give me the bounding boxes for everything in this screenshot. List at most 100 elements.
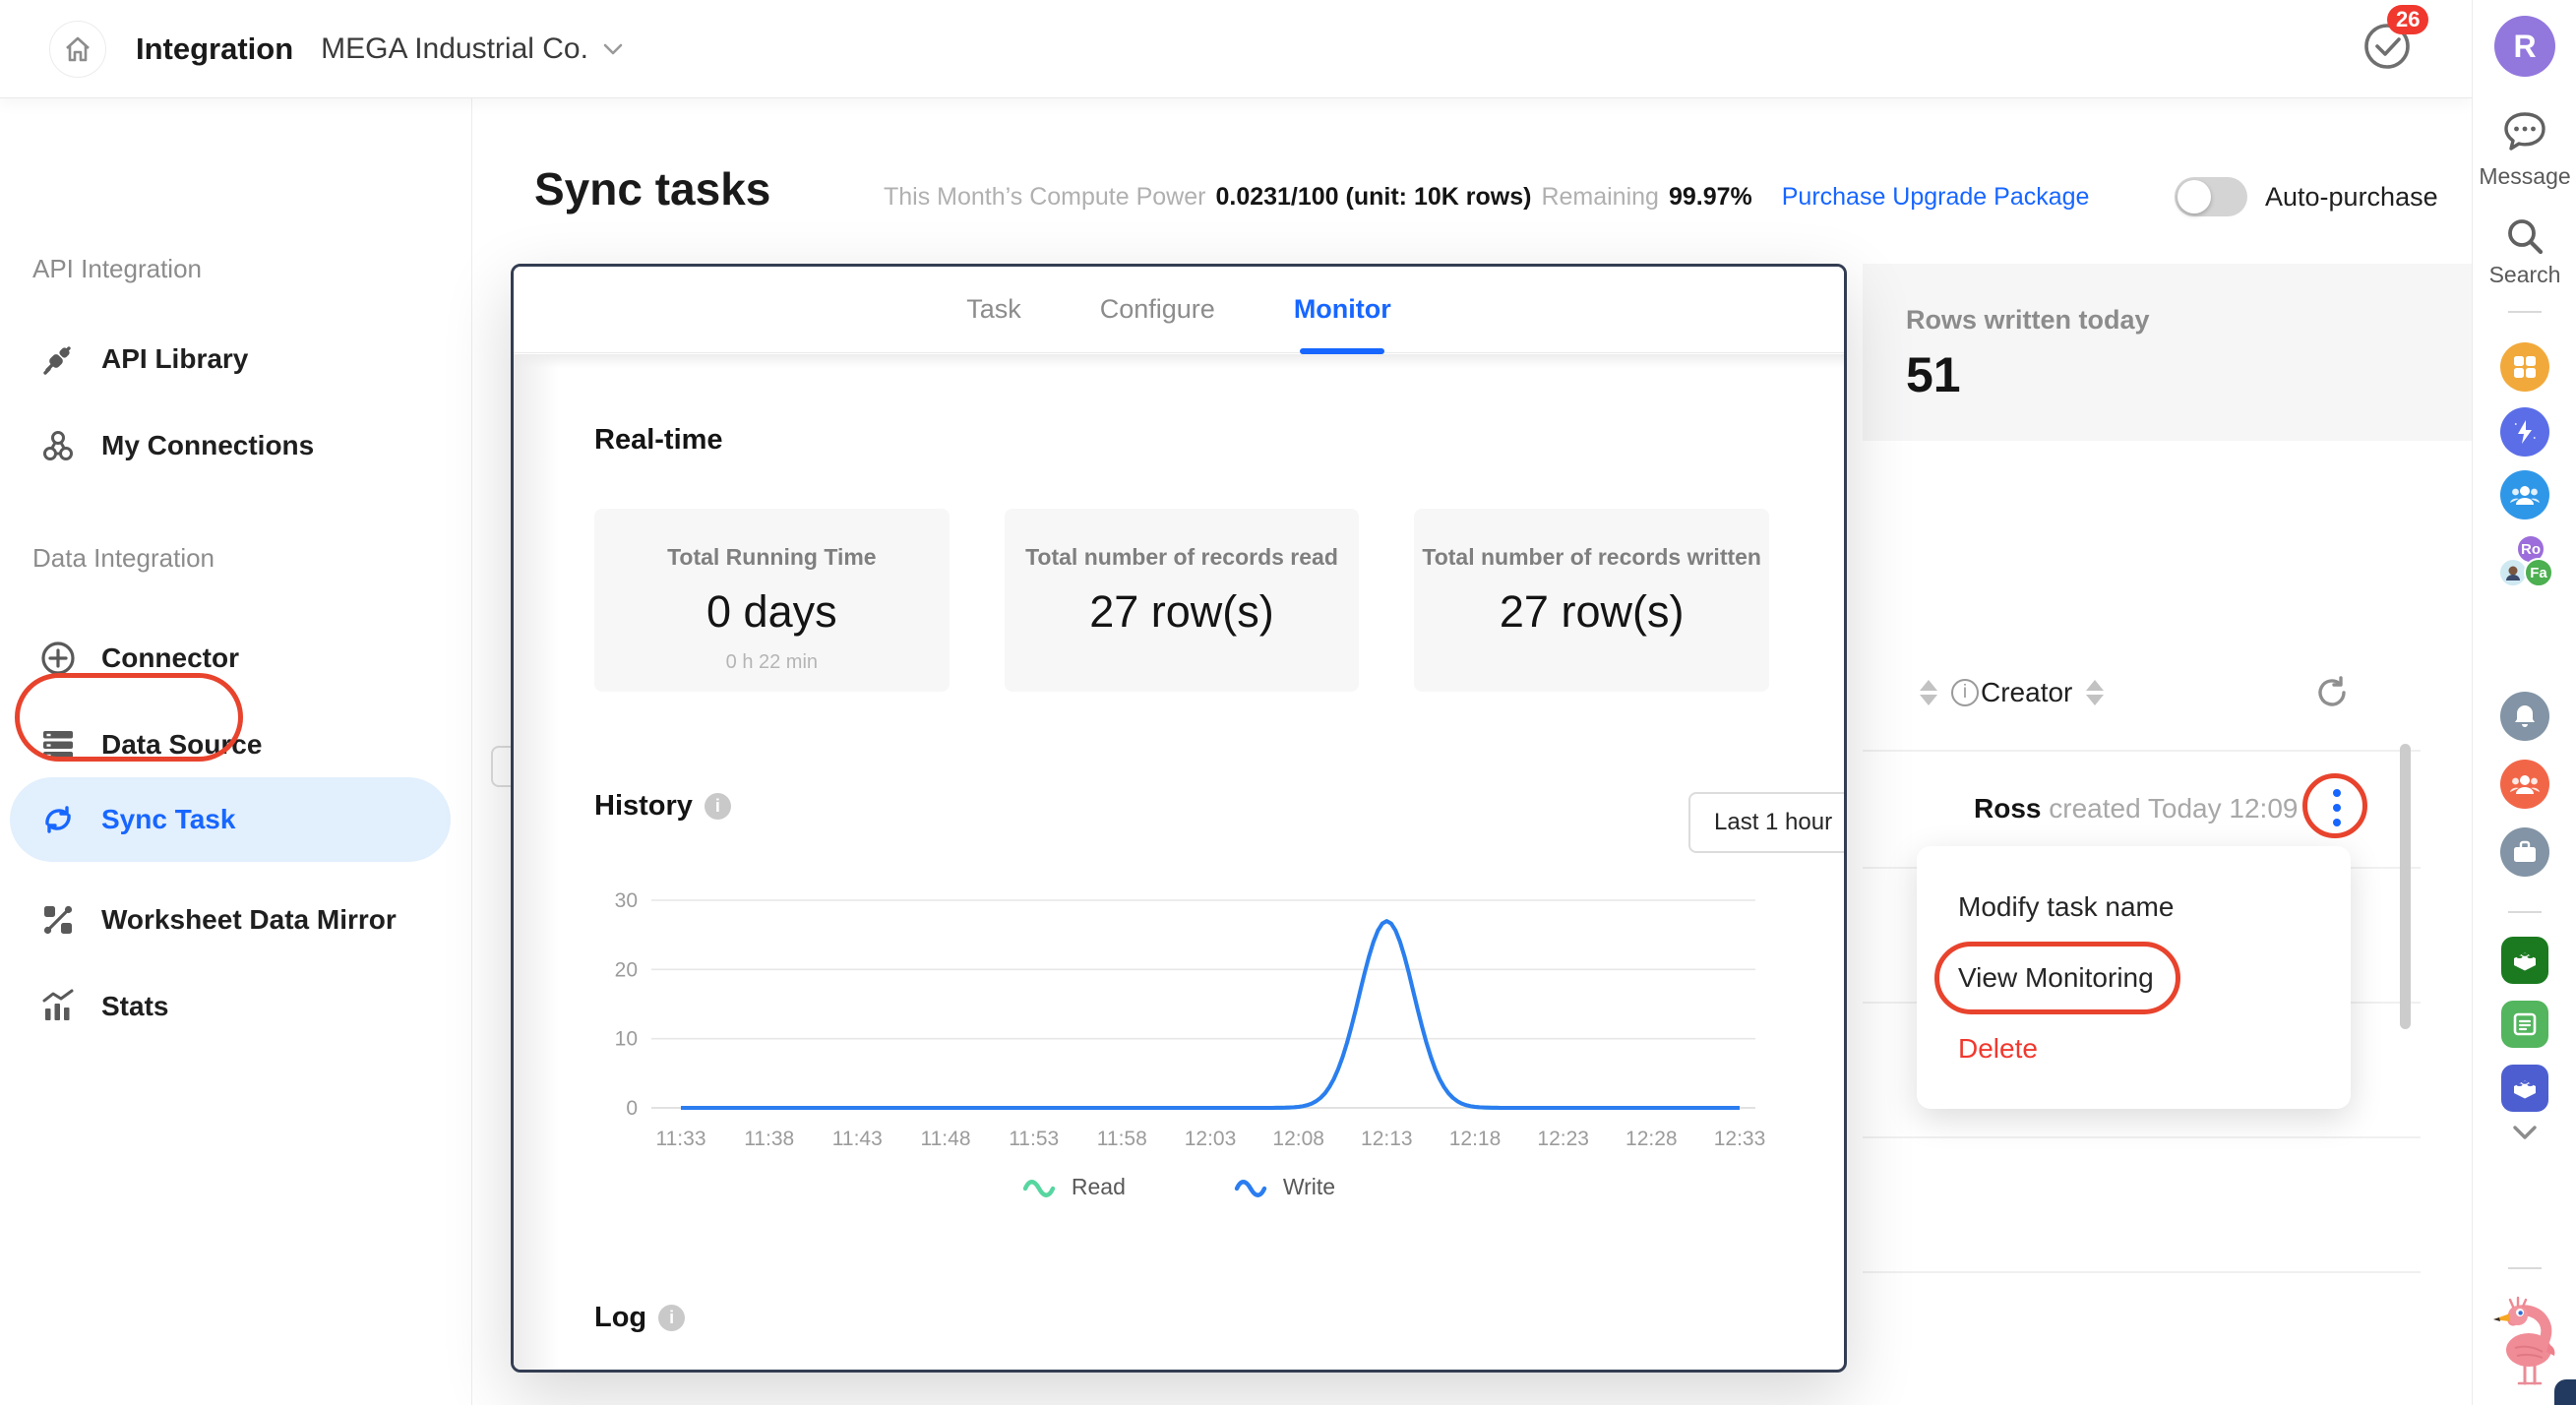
webhook-icon [36, 424, 80, 467]
lego-brick-icon [2510, 1074, 2540, 1102]
svg-text:12:18: 12:18 [1449, 1128, 1502, 1150]
contacts-button[interactable] [2473, 470, 2576, 519]
history-section-header: History i [594, 790, 731, 823]
page-context-title: Integration [136, 31, 293, 67]
server-icon [36, 723, 80, 766]
remaining-value: 99.97% [1669, 183, 1752, 212]
task-row-menu-button[interactable] [2308, 779, 2365, 836]
tabbar-shadow [514, 354, 1844, 368]
search-button[interactable] [2473, 214, 2576, 258]
stat-label: Total Running Time [594, 544, 950, 571]
sidebar-item-data-source[interactable]: Data Source [0, 702, 472, 787]
write-wave-icon [1234, 1178, 1267, 1197]
sort-control[interactable] [2086, 680, 2104, 705]
stat-label: Total number of records read [1005, 544, 1360, 571]
collapsed-panel-handle[interactable] [491, 746, 513, 787]
sidebar-item-sync-task[interactable]: Sync Task [0, 777, 472, 862]
template-blue-button[interactable] [2473, 1065, 2576, 1112]
member-avatars[interactable]: Ro Fa [2473, 534, 2576, 593]
sync-icon [36, 798, 80, 841]
svg-text:30: 30 [615, 889, 638, 912]
document-icon [2512, 1011, 2538, 1037]
refresh-icon[interactable] [2314, 675, 2350, 715]
sidebar-item-api-library[interactable]: API Library [0, 317, 472, 401]
notifications-button[interactable] [2473, 692, 2576, 741]
stat-value: 27 row(s) [1005, 586, 1360, 638]
rows-written-value: 51 [1906, 346, 1961, 403]
sidebar-item-label: Sync Task [101, 804, 235, 835]
stat-label: Total number of records written [1414, 544, 1769, 571]
svg-text:0: 0 [626, 1097, 638, 1120]
svg-text:11:53: 11:53 [1009, 1128, 1059, 1150]
log-section-header: Log i [594, 1302, 685, 1334]
mirror-icon [36, 898, 80, 942]
team-button[interactable] [2473, 760, 2576, 809]
rows-written-label: Rows written today [1906, 305, 2150, 336]
auto-purchase-label: Auto-purchase [2265, 182, 2438, 213]
menu-item-delete[interactable]: Delete [1917, 1013, 2351, 1084]
info-icon: i [658, 1305, 685, 1331]
workspace-switcher[interactable]: MEGA Industrial Co. [321, 32, 626, 66]
tab-configure[interactable]: Configure [1100, 267, 1215, 353]
rail-divider [2473, 311, 2576, 313]
realtime-cards: Total Running Time 0 days 0 h 22 min Tot… [594, 509, 1769, 692]
sidebar-item-stats[interactable]: Stats [0, 964, 472, 1049]
tasks-notification[interactable]: 26 [2361, 21, 2413, 77]
workspace-name: MEGA Industrial Co. [321, 32, 588, 66]
svg-text:12:28: 12:28 [1625, 1128, 1678, 1150]
history-chart: 010203011:3311:3811:4311:4811:5311:5812:… [594, 879, 1769, 1164]
sidebar-item-connector[interactable]: Connector [0, 616, 472, 701]
tab-task[interactable]: Task [966, 267, 1021, 353]
table-divider [1863, 1136, 2421, 1138]
sidebar-item-worksheet-data-mirror[interactable]: Worksheet Data Mirror [0, 878, 472, 962]
menu-item-modify-task-name[interactable]: Modify task name [1917, 872, 2351, 943]
purchase-upgrade-link[interactable]: Purchase Upgrade Package [1782, 183, 2090, 212]
sidebar-item-label: Data Source [101, 729, 262, 761]
task-row-creator: Ross created Today 12:09 [1974, 793, 2298, 825]
template-green-button[interactable] [2473, 937, 2576, 984]
svg-text:11:43: 11:43 [832, 1128, 883, 1150]
content-left-fade [514, 354, 559, 1373]
apps-grid-icon [2512, 354, 2538, 380]
rail-divider [2473, 1267, 2576, 1269]
workbench-button[interactable] [2473, 827, 2576, 877]
compute-power-line: This Month’s Compute Power 0.0231/100 (u… [884, 183, 2089, 212]
plus-circle-icon [36, 637, 80, 680]
team-people-icon [2510, 771, 2540, 797]
user-avatar[interactable]: R [2473, 16, 2576, 77]
home-button[interactable] [49, 21, 106, 78]
sort-control[interactable] [1920, 680, 1937, 705]
lightning-icon [2511, 418, 2539, 446]
compute-value: 0.0231/100 (unit: 10K rows) [1215, 183, 1531, 212]
menu-item-view-monitoring[interactable]: View Monitoring [1917, 943, 2351, 1013]
message-button[interactable] [2473, 110, 2576, 153]
collapse-chevron-icon[interactable] [2473, 1122, 2576, 1143]
sidebar-item-label: Worksheet Data Mirror [101, 904, 397, 936]
home-icon [63, 34, 92, 64]
info-icon: i [1951, 679, 1979, 706]
apps-grid-button[interactable] [2473, 342, 2576, 392]
tab-monitor[interactable]: Monitor [1294, 267, 1391, 353]
chart-legend: Read Write [514, 1174, 1844, 1200]
search-label: Search [2473, 262, 2576, 288]
creator-column-header: i Creator [1906, 677, 2117, 708]
stat-card-running-time: Total Running Time 0 days 0 h 22 min [594, 509, 950, 692]
docs-button[interactable] [2473, 1001, 2576, 1048]
automation-button[interactable] [2473, 407, 2576, 457]
compute-label: This Month’s Compute Power [884, 183, 1205, 212]
corner-widget[interactable] [2554, 1379, 2576, 1405]
history-title: History [594, 790, 693, 823]
auto-purchase-control: Auto-purchase [2175, 177, 2438, 216]
time-range-select[interactable]: Last 1 hour [1688, 792, 1847, 853]
panel-scrollbar[interactable] [2400, 744, 2411, 1029]
log-title: Log [594, 1302, 646, 1334]
stat-card-records-read: Total number of records read 27 row(s) [1005, 509, 1360, 692]
stat-value: 0 days [594, 586, 950, 638]
sidebar-item-my-connections[interactable]: My Connections [0, 403, 472, 488]
table-divider [1863, 1271, 2421, 1273]
read-wave-icon [1022, 1178, 1056, 1197]
auto-purchase-toggle[interactable] [2175, 177, 2247, 216]
legend-read: Read [1022, 1174, 1126, 1200]
svg-text:11:58: 11:58 [1097, 1128, 1147, 1150]
plug-icon [36, 337, 80, 381]
